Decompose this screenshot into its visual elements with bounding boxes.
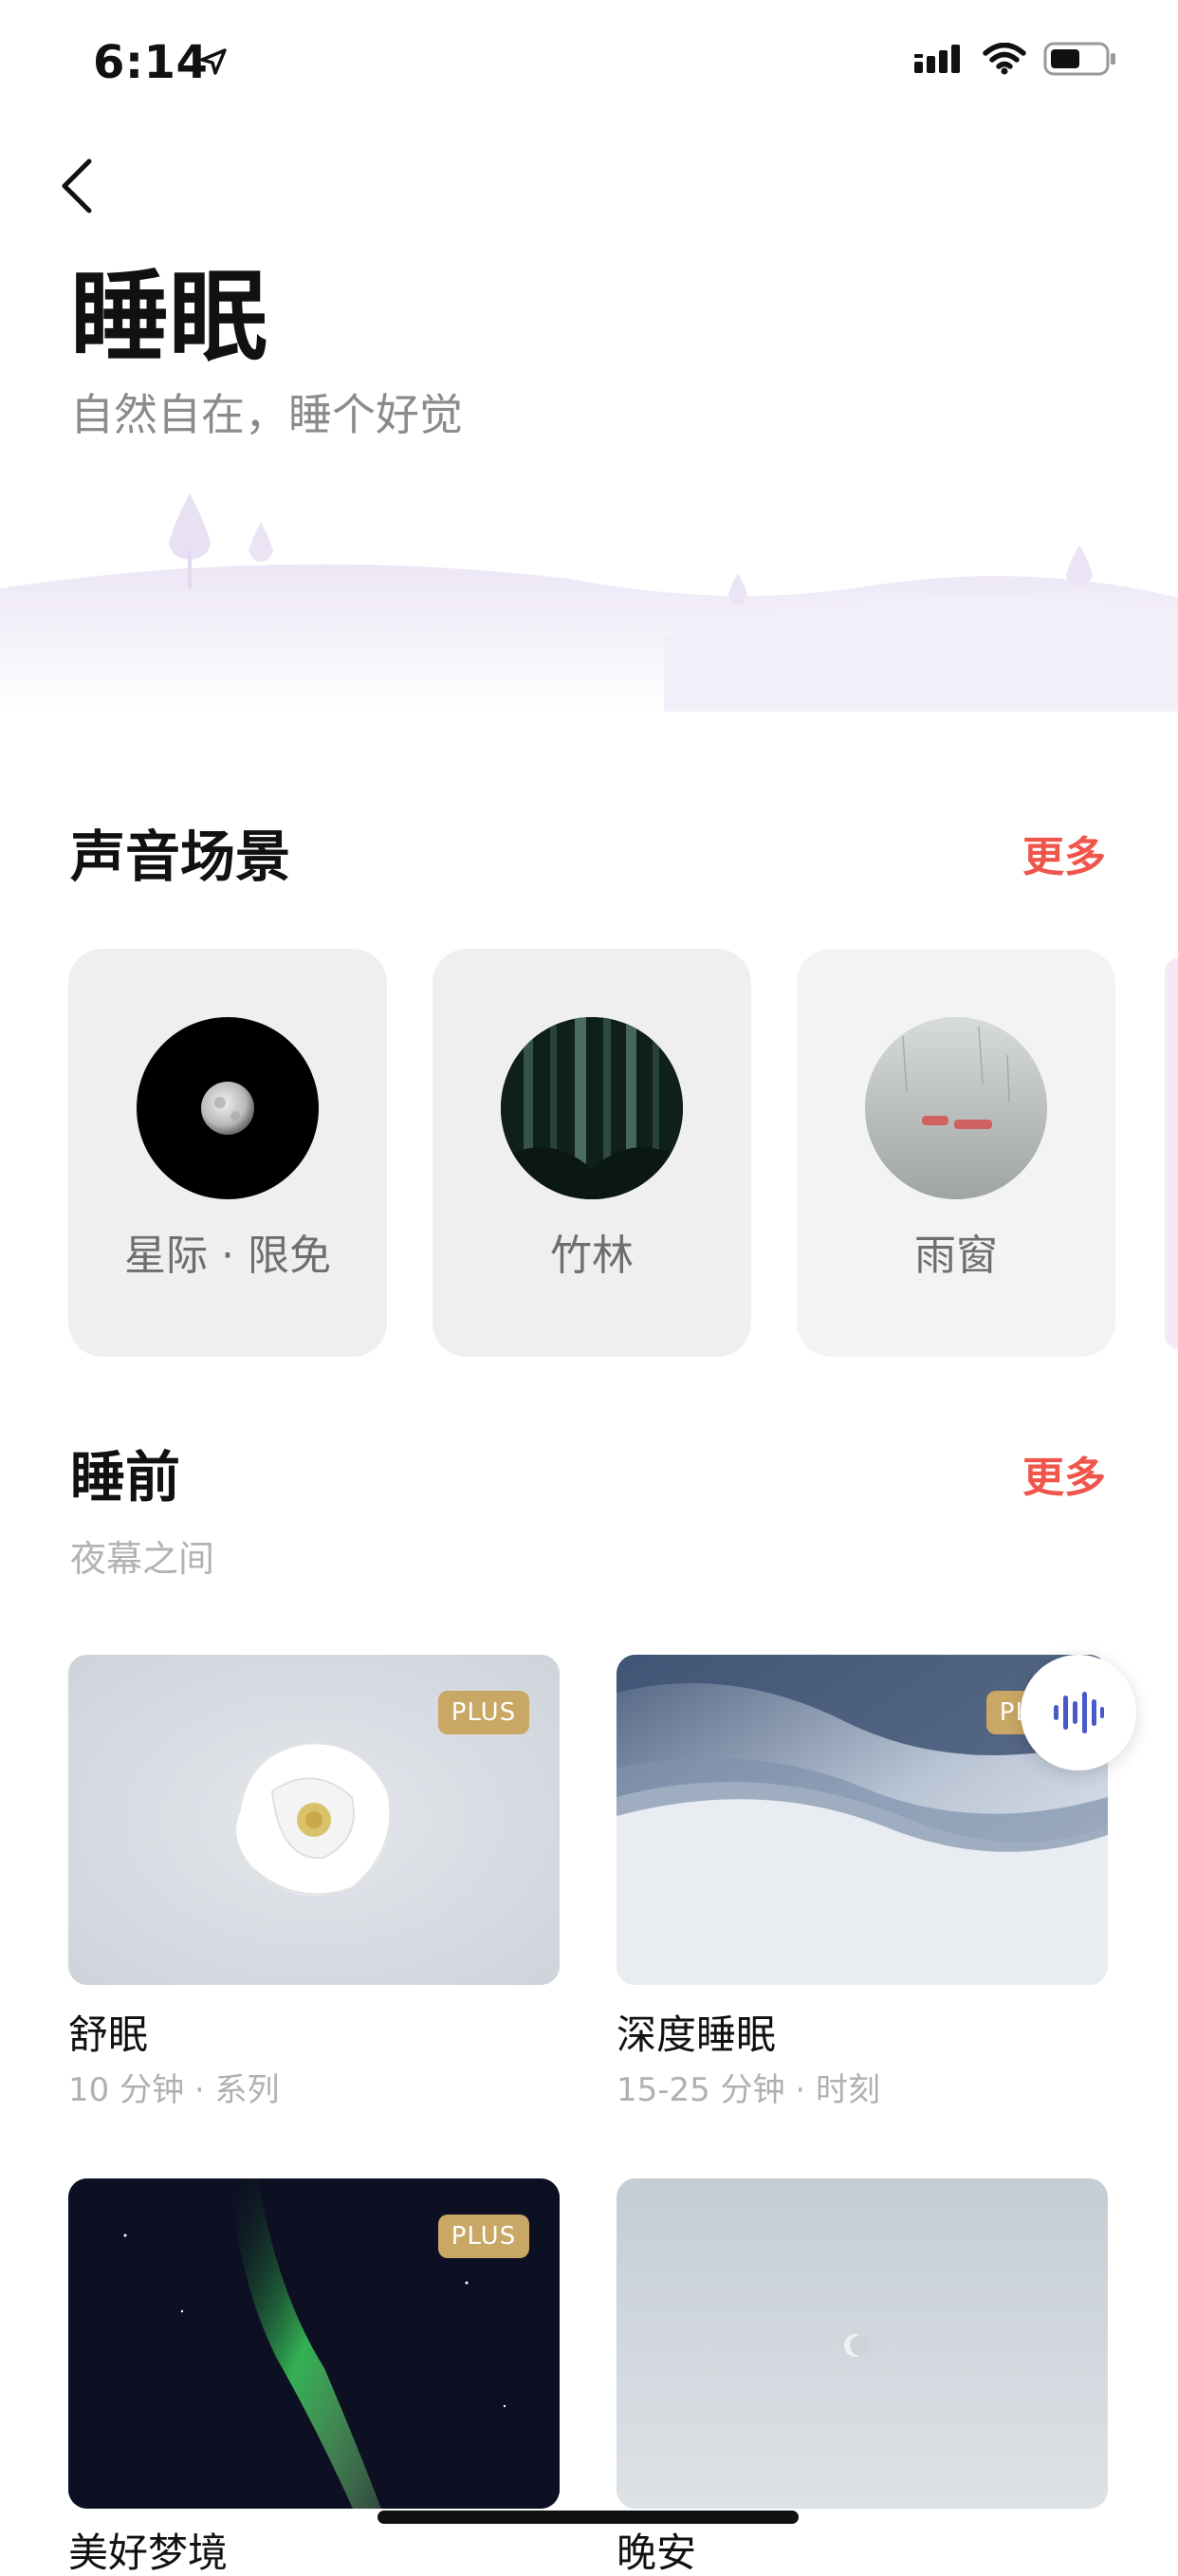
plus-badge: PLUS (438, 1691, 529, 1734)
scene-card-bamboo[interactable]: 竹林 (433, 949, 751, 1357)
page-title: 睡眠 (70, 259, 268, 375)
scene-label: 竹林 (550, 1232, 634, 1280)
audio-wave-icon (1054, 1692, 1104, 1733)
section-title-before-sleep: 睡前 (70, 1445, 181, 1510)
moon-thumbnail (137, 1017, 319, 1199)
wifi-icon (983, 43, 1026, 75)
now-playing-button[interactable] (1021, 1655, 1136, 1770)
section-title-sound-scenes: 声音场景 (70, 825, 291, 889)
cellular-signal-icon (914, 45, 960, 73)
card-title: 深度睡眠 (617, 2011, 777, 2058)
scene-card-rain-window[interactable]: 雨窗 (797, 949, 1115, 1357)
back-chevron-icon[interactable] (59, 158, 97, 214)
scene-label: 星际 · 限免 (124, 1232, 331, 1280)
hills-illustration (0, 493, 1178, 712)
card-title: 晚安 (617, 2530, 697, 2576)
scene-label: 雨窗 (914, 1232, 998, 1280)
sound-scenes-more-link[interactable]: 更多 (1022, 837, 1106, 879)
before-sleep-more-link[interactable]: 更多 (1022, 1457, 1106, 1499)
battery-icon (1043, 42, 1115, 76)
bamboo-thumbnail (501, 1017, 683, 1199)
card-title: 舒眠 (68, 2011, 149, 2058)
card-good-night-image[interactable] (617, 2178, 1108, 2509)
card-meta: 10 分钟 · 系列 (68, 2071, 280, 2109)
scene-card-peek[interactable] (1165, 958, 1178, 1349)
plus-badge: PLUS (438, 2215, 529, 2258)
status-time: 6:14 (93, 36, 209, 89)
card-meta: 15-25 分钟 · 时刻 (617, 2071, 881, 2109)
location-arrow-icon (200, 48, 227, 75)
section-subtitle: 夜幕之间 (70, 1538, 215, 1580)
card-title: 美好梦境 (68, 2530, 229, 2576)
page-subtitle: 自然自在，睡个好觉 (70, 389, 463, 440)
card-sweet-dreams-image[interactable]: PLUS (68, 2178, 560, 2509)
home-indicator[interactable] (377, 2511, 799, 2524)
rain-window-thumbnail (865, 1017, 1047, 1199)
scene-card-interstellar[interactable]: 星际 · 限免 (68, 949, 387, 1357)
status-icons (914, 42, 1117, 76)
card-shumian-image[interactable]: PLUS (68, 1655, 560, 1985)
